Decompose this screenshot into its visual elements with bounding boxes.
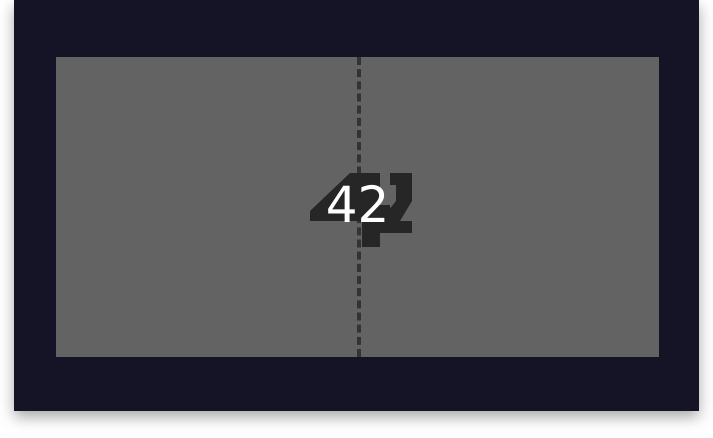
score-display: 42 — [325, 176, 390, 234]
game-court[interactable]: 42 — [56, 57, 659, 357]
game-window: 42 — [14, 0, 699, 411]
